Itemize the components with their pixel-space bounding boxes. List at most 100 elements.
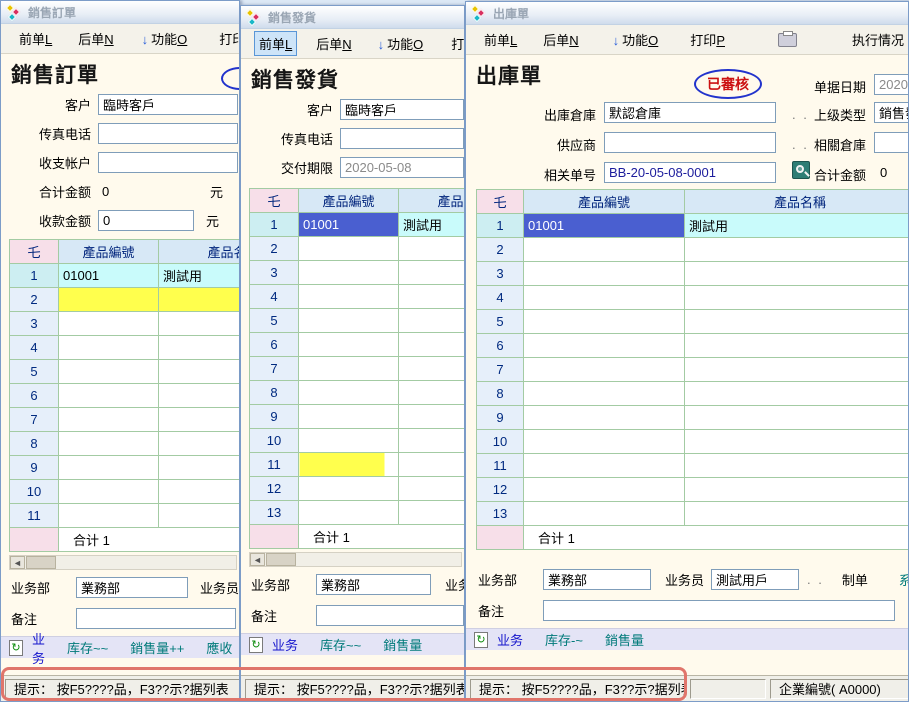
tab-receivable[interactable]: 應收 [206,638,232,657]
tab-inventory[interactable]: 库存~~ [67,638,108,657]
tab-business[interactable]: 业务 [272,635,298,654]
product-name-header[interactable]: 產品名稱 [159,240,240,264]
scrollbar-thumb[interactable] [266,553,296,566]
function-menu-button[interactable]: ↓功能O [608,27,664,52]
product-code-cell[interactable] [524,310,685,334]
tab-sales-volume[interactable]: 銷售量++ [130,638,184,657]
product-name-cell[interactable]: 測試用 [685,214,909,238]
product-name-cell[interactable] [685,454,909,478]
product-name-cell[interactable] [399,501,465,525]
tab-business[interactable]: 业务 [32,629,45,667]
parent-type-input[interactable] [874,102,908,123]
fax-input[interactable] [98,123,238,144]
product-name-cell[interactable] [685,238,909,262]
product-name-cell[interactable] [685,310,909,334]
product-code-cell[interactable]: 01001 [59,264,159,288]
product-code-cell[interactable] [299,261,399,285]
product-name-cell[interactable] [685,286,909,310]
maker-value[interactable]: 系統管 [899,570,908,589]
product-name-cell[interactable] [399,285,465,309]
titlebar[interactable]: 出庫單 [466,2,908,25]
prev-doc-button[interactable]: 前单L [254,31,297,56]
printer-icon[interactable] [778,33,797,47]
product-name-cell[interactable] [399,381,465,405]
titlebar[interactable]: 銷售訂單 [1,1,239,24]
product-code-cell[interactable] [299,333,399,357]
product-code-cell[interactable]: 01001 [299,213,399,237]
product-name-cell[interactable] [685,334,909,358]
product-code-cell[interactable] [299,309,399,333]
product-name-cell[interactable] [399,261,465,285]
product-name-cell[interactable] [685,262,909,286]
product-name-header[interactable]: 產品名稱 [685,190,909,214]
product-code-cell[interactable] [524,454,685,478]
product-code-cell[interactable] [299,405,399,429]
product-code-cell[interactable] [524,334,685,358]
tab-inventory[interactable]: 库存~~ [320,635,361,654]
product-code-cell[interactable] [524,502,685,526]
refresh-icon[interactable]: ↻ [474,632,488,648]
tab-business[interactable]: 业务 [497,630,523,649]
product-name-header[interactable]: 產品名稱 [399,189,465,213]
product-name-cell[interactable] [685,430,909,454]
remark-input[interactable] [543,600,895,621]
received-amount-input[interactable] [98,210,194,231]
related-warehouse-input[interactable] [874,132,908,153]
product-code-cell[interactable] [524,382,685,406]
doc-date-input[interactable] [874,74,908,95]
product-name-cell[interactable] [685,358,909,382]
salesman-browse-button[interactable]: . . [807,572,824,587]
product-code-cell[interactable] [59,312,159,336]
product-code-cell[interactable] [299,237,399,261]
product-code-cell[interactable] [59,504,159,528]
remark-input[interactable] [76,608,236,629]
tab-sales-volume[interactable]: 銷售量 [605,630,644,649]
product-code-header[interactable]: 產品編號 [59,240,159,264]
product-name-cell[interactable] [159,384,240,408]
product-code-cell[interactable] [59,432,159,456]
scroll-left-arrow-icon[interactable]: ◄ [10,556,25,569]
horizontal-scrollbar[interactable]: ◄ [9,555,237,570]
product-code-cell[interactable] [299,453,399,477]
function-menu-button[interactable]: ↓功能O [373,31,429,56]
product-code-cell[interactable] [59,360,159,384]
product-code-cell[interactable]: 01001 [524,214,685,238]
customer-input[interactable] [98,94,238,115]
dept-input[interactable] [316,574,431,595]
product-name-cell[interactable] [685,478,909,502]
prev-doc-button[interactable]: 前单L [14,26,57,51]
scroll-left-arrow-icon[interactable]: ◄ [250,553,265,566]
seq-column-header[interactable]: 乇 [10,240,59,264]
product-code-cell[interactable] [59,456,159,480]
next-doc-button[interactable]: 后单N [311,31,356,56]
product-code-cell[interactable] [299,501,399,525]
product-name-cell[interactable] [159,408,240,432]
product-name-cell[interactable] [159,360,240,384]
product-code-cell[interactable] [524,406,685,430]
product-code-header[interactable]: 產品編號 [299,189,399,213]
product-name-cell[interactable] [159,312,240,336]
deadline-input[interactable] [340,157,464,178]
product-code-cell[interactable] [59,384,159,408]
warehouse-input[interactable] [604,102,776,123]
seq-column-header[interactable]: 乇 [477,190,524,214]
seq-column-header[interactable]: 乇 [250,189,299,213]
product-code-cell[interactable] [59,336,159,360]
product-name-cell[interactable]: 測試用 [159,264,240,288]
product-name-cell[interactable] [399,309,465,333]
product-code-cell[interactable] [59,288,159,312]
product-code-cell[interactable] [524,286,685,310]
dept-input[interactable] [543,569,651,590]
product-code-cell[interactable] [299,429,399,453]
account-input[interactable] [98,152,238,173]
product-code-cell[interactable] [299,477,399,501]
product-code-cell[interactable] [524,262,685,286]
fax-input[interactable] [340,128,464,149]
dept-input[interactable] [76,577,188,598]
product-name-cell[interactable] [399,405,465,429]
product-code-cell[interactable] [299,285,399,309]
execution-status-button[interactable]: 执行情况 [847,27,909,52]
product-name-cell[interactable] [399,453,465,477]
product-name-cell[interactable] [685,406,909,430]
product-code-cell[interactable] [524,358,685,382]
